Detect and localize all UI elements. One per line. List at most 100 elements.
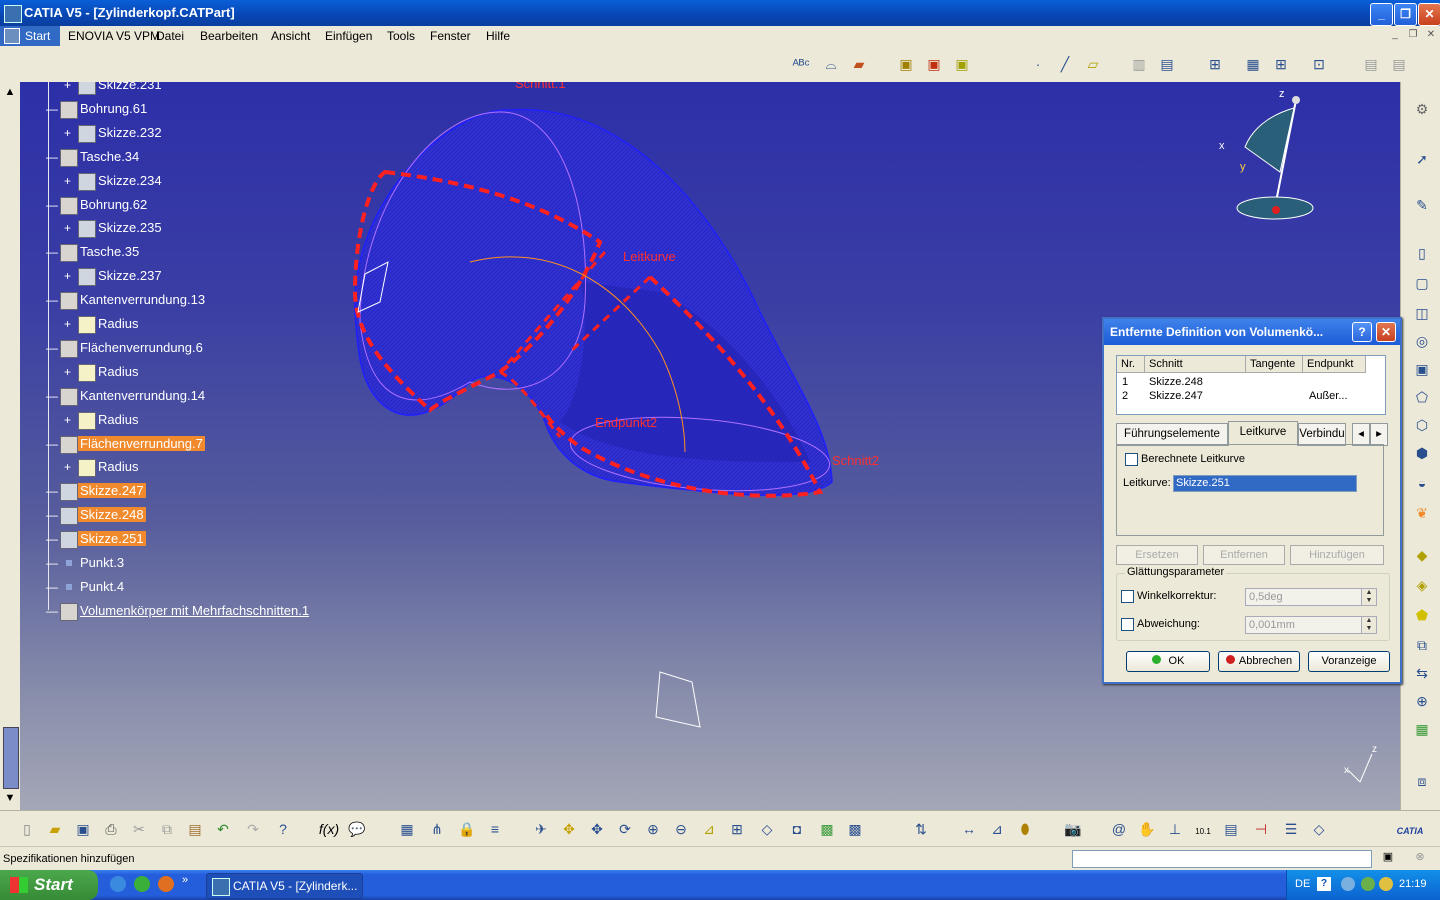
col-header-tangente[interactable]: Tangente	[1246, 356, 1303, 373]
tree-expander-icon[interactable]: +	[64, 318, 73, 330]
swap-visible-icon[interactable]: ▩	[844, 818, 866, 840]
sheet-icon[interactable]: ▤	[1220, 818, 1242, 840]
eraser-icon[interactable]: ◇	[1308, 818, 1330, 840]
fit-all-in-icon[interactable]: ✥	[558, 818, 580, 840]
settings-icon[interactable]: ⚙	[1411, 98, 1433, 120]
vertical-scrollbar[interactable]: ▲ ▼	[0, 82, 20, 810]
firefox-icon[interactable]	[158, 876, 174, 892]
msn-icon[interactable]	[134, 876, 150, 892]
list-icon[interactable]: ☰	[1280, 818, 1302, 840]
restore-button[interactable]: ❐	[1394, 3, 1417, 26]
tab-verbindung[interactable]: Verbindu	[1298, 423, 1346, 446]
start-button[interactable]: Start	[0, 870, 98, 900]
catalog-icon-2[interactable]: ▤	[1388, 53, 1410, 75]
print-icon[interactable]: ⎙	[100, 818, 122, 840]
minimize-button[interactable]: _	[1370, 3, 1393, 26]
save-icon[interactable]: ▣	[72, 818, 94, 840]
tree-expander-icon[interactable]: —	[46, 103, 58, 115]
rotate-icon[interactable]: ⟳	[614, 818, 636, 840]
hole-icon[interactable]: ◎	[1411, 330, 1433, 352]
tree-expander-icon[interactable]: +	[64, 461, 73, 473]
camera-icon[interactable]: 📷	[1062, 818, 1084, 840]
cancel-button[interactable]: Abbrechen	[1218, 651, 1300, 672]
computed-spine-checkbox[interactable]	[1125, 453, 1138, 466]
iso-view-icon[interactable]: ◇	[756, 818, 778, 840]
tree-expander-icon[interactable]: —	[46, 438, 58, 450]
annotation-icon[interactable]: ⌓	[820, 53, 842, 75]
select-arrow-icon[interactable]: ➚	[1411, 148, 1433, 170]
language-indicator[interactable]: DE	[1295, 878, 1310, 890]
command-apply-icon[interactable]: ▣	[1380, 850, 1396, 866]
mirror-icon[interactable]: ⊕	[1411, 690, 1433, 712]
hide-show-icon[interactable]: ▩	[816, 818, 838, 840]
col-header-schnitt[interactable]: Schnitt	[1145, 356, 1246, 373]
tree-expander-icon[interactable]: +	[64, 82, 73, 91]
tab-fuehrungselemente[interactable]: Führungselemente	[1116, 423, 1228, 446]
fit-all-icon[interactable]: ⊡	[1308, 53, 1330, 75]
tray-app-icon[interactable]	[1361, 877, 1375, 891]
work-object-icon[interactable]: ▤	[1156, 53, 1178, 75]
grid-icon[interactable]: ⊞	[1270, 53, 1292, 75]
paste-icon[interactable]: ▤	[184, 818, 206, 840]
menu-enovia[interactable]: ENOVIA V5 VPM	[68, 29, 160, 43]
tree-expander-icon[interactable]: —	[46, 533, 58, 545]
shading-icon[interactable]: ◘	[786, 818, 808, 840]
shell-icon[interactable]: ⬟	[1411, 604, 1433, 626]
angle-correction-field[interactable]: 0,5deg	[1245, 588, 1362, 606]
plane-icon[interactable]: ▱	[1082, 53, 1104, 75]
tree-expander-icon[interactable]: —	[46, 390, 58, 402]
thickness-icon[interactable]: ⧉	[1411, 634, 1433, 656]
fly-mode-icon[interactable]: ✈	[530, 818, 552, 840]
zoom-in-icon[interactable]: ⊕	[642, 818, 664, 840]
zoom-out-icon[interactable]: ⊖	[670, 818, 692, 840]
help-tray-icon[interactable]: ?	[1317, 877, 1331, 891]
command-cancel-icon[interactable]: ⊗	[1412, 850, 1428, 866]
comment-icon[interactable]: 💬	[346, 818, 368, 840]
measure-icon[interactable]: ⊞	[1204, 53, 1226, 75]
annotation-plane-icon[interactable]: ▰	[848, 53, 870, 75]
open-folder-icon[interactable]: ▰	[44, 818, 66, 840]
doc-minimize-button[interactable]: _	[1388, 29, 1402, 42]
tree-expander-icon[interactable]: —	[46, 294, 58, 306]
tree-expander-icon[interactable]: +	[64, 270, 73, 282]
tree-expander-icon[interactable]: +	[64, 175, 73, 187]
scale-number-icon[interactable]: 10.110.0	[1192, 818, 1214, 861]
snap-icon[interactable]: ⊣	[1250, 818, 1272, 840]
tree-expander-icon[interactable]: +	[64, 127, 73, 139]
leitkurve-field[interactable]: Skizze.251	[1173, 475, 1357, 492]
axis-system-icon[interactable]: ▥	[1128, 53, 1150, 75]
help-button[interactable]: ?	[1352, 322, 1372, 342]
cut-icon[interactable]: ✂	[128, 818, 150, 840]
doc-close-button[interactable]: ✕	[1424, 29, 1438, 42]
tab-leitkurve[interactable]: Leitkurve	[1228, 421, 1298, 446]
sketcher-icon[interactable]: ✎	[1411, 194, 1433, 216]
menu-datei[interactable]: Datei	[156, 29, 184, 43]
pocket-icon[interactable]: ▢	[1411, 272, 1433, 294]
tree-expander-icon[interactable]: —	[46, 557, 58, 569]
lock-icon[interactable]: 🔒	[456, 818, 478, 840]
sheet-metal-icon-1[interactable]: ▣	[895, 53, 917, 75]
hand-icon[interactable]: ✋	[1136, 818, 1158, 840]
tree-expander-icon[interactable]: —	[46, 151, 58, 163]
line-icon[interactable]: ╱	[1054, 53, 1076, 75]
close-button[interactable]: ✕	[1418, 3, 1440, 26]
parameters-icon[interactable]: ≡	[484, 818, 506, 840]
point-icon[interactable]: ·	[1027, 53, 1049, 75]
measure-item-icon[interactable]: ⊿	[986, 818, 1008, 840]
redo-icon[interactable]: ↷	[242, 818, 264, 840]
preview-button[interactable]: Voranzeige	[1308, 651, 1390, 672]
tree-expander-icon[interactable]: +	[64, 222, 73, 234]
sheet-metal-icon-2[interactable]: ▣	[923, 53, 945, 75]
add-button[interactable]: Hinzufügen	[1290, 545, 1384, 565]
command-input[interactable]	[1072, 850, 1372, 868]
menu-bearbeiten[interactable]: Bearbeiten	[200, 29, 258, 43]
replace-button[interactable]: Ersetzen	[1116, 545, 1198, 565]
pattern-icon[interactable]: ▦	[1411, 718, 1433, 740]
tree-expander-icon[interactable]: —	[46, 199, 58, 211]
tree-expander-icon[interactable]: —	[46, 605, 58, 617]
tree-expander-icon[interactable]: —	[46, 342, 58, 354]
deviation-checkbox[interactable]	[1121, 618, 1134, 631]
new-file-icon[interactable]: ▯	[16, 818, 38, 840]
ok-button[interactable]: OK	[1126, 651, 1210, 672]
formula-icon[interactable]: f(x)	[318, 818, 340, 840]
